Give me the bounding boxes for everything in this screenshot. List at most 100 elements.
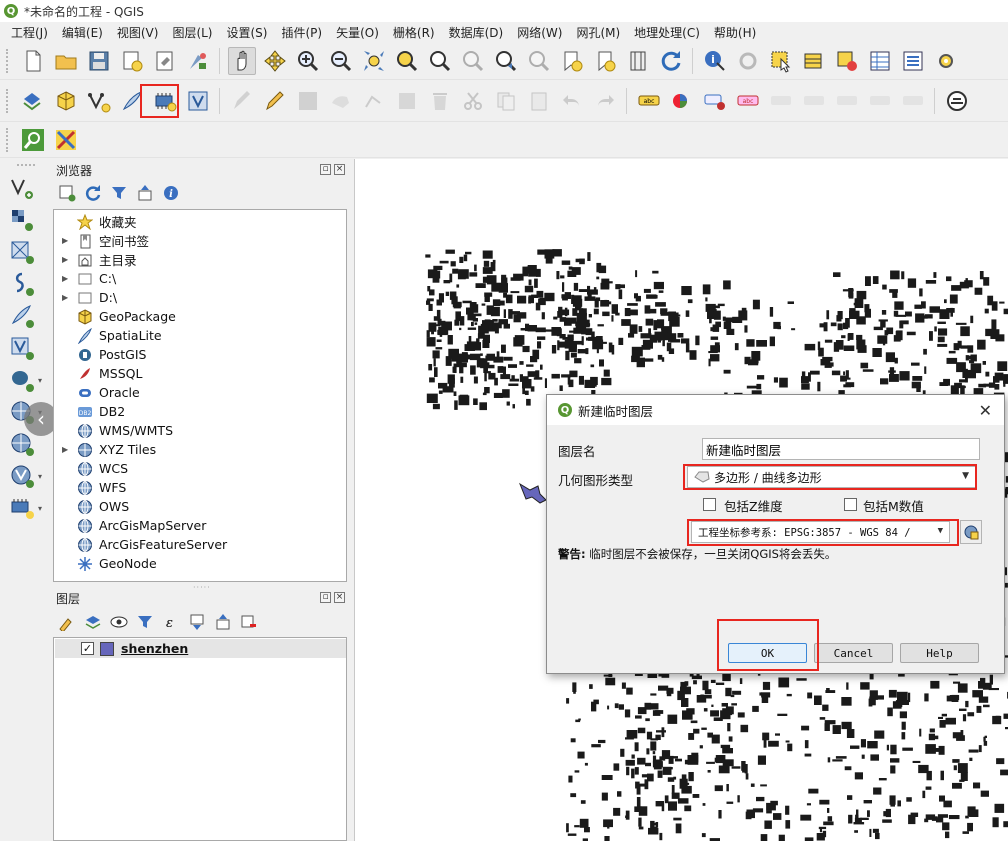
new-temporary-scratch-layer-icon[interactable] — [151, 87, 179, 115]
rotate-label-icon[interactable] — [866, 87, 894, 115]
redo-icon[interactable] — [591, 87, 619, 115]
float-panel-icon[interactable]: ▫ — [320, 164, 331, 175]
pan-map-icon[interactable] — [227, 46, 256, 75]
open-attribute-table-icon[interactable] — [866, 47, 894, 75]
menu-view[interactable]: 视图(V) — [110, 24, 166, 41]
save-project-icon[interactable] — [85, 47, 113, 75]
toolbar-grip[interactable] — [6, 88, 10, 113]
menu-raster[interactable]: 栅格(R) — [386, 24, 442, 41]
layer-visibility-checkbox[interactable]: ✓ — [81, 642, 94, 655]
refresh-icon[interactable] — [657, 47, 685, 75]
add-postgis-layer-icon[interactable] — [8, 366, 36, 394]
deselect-features-icon[interactable] — [833, 47, 861, 75]
label-toolbar-icon[interactable]: abc — [635, 87, 663, 115]
highlight-pinned-labels-icon[interactable] — [701, 87, 729, 115]
new-shapefile-layer-icon[interactable] — [85, 87, 113, 115]
browser-item[interactable]: GeoPackage — [54, 307, 346, 326]
manage-map-themes-icon[interactable] — [108, 611, 130, 633]
show-spatial-bookmarks-icon[interactable] — [591, 47, 619, 75]
dropdown-caret-icon[interactable]: ▾ — [38, 376, 42, 385]
menu-processing[interactable]: 地理处理(C) — [627, 24, 707, 41]
zoom-full-icon[interactable] — [360, 47, 388, 75]
browser-item[interactable]: OWS — [54, 497, 346, 516]
new-spatial-bookmark-icon[interactable] — [558, 47, 586, 75]
run-feature-action-icon[interactable] — [734, 47, 762, 75]
modify-attributes-icon[interactable] — [393, 87, 421, 115]
browser-item[interactable]: PostGIS — [54, 345, 346, 364]
pan-to-selection-icon[interactable] — [261, 47, 289, 75]
menu-edit[interactable]: 编辑(E) — [55, 24, 110, 41]
crs-selector-button[interactable] — [960, 520, 982, 544]
include-m-checkbox[interactable] — [844, 498, 857, 511]
locator-search-icon[interactable] — [19, 126, 47, 154]
add-spatialite-layer-icon[interactable] — [8, 302, 36, 330]
new-virtual-layer-icon[interactable] — [184, 87, 212, 115]
add-vector-layer-icon[interactable] — [8, 174, 36, 202]
add-wfs-layer-icon[interactable] — [8, 430, 36, 458]
add-feature-icon[interactable] — [327, 87, 355, 115]
undo-icon[interactable] — [558, 87, 586, 115]
collapse-all-layers-icon[interactable] — [212, 611, 234, 633]
plugin-manager-icon[interactable] — [943, 87, 971, 115]
ok-button[interactable]: OK — [728, 643, 807, 663]
browser-item[interactable]: ▶ 主目录 — [54, 250, 346, 269]
zoom-to-selection-icon[interactable] — [393, 47, 421, 75]
close-panel-icon[interactable]: × — [334, 592, 345, 603]
add-raster-layer-icon[interactable] — [8, 206, 36, 234]
toolbar-grip[interactable] — [6, 48, 10, 73]
style-manager-icon[interactable] — [184, 47, 212, 75]
add-selected-layers-icon[interactable] — [56, 182, 78, 204]
refresh-browser-icon[interactable] — [82, 182, 104, 204]
add-group-icon[interactable] — [82, 611, 104, 633]
geometry-type-select[interactable]: 多边形 / 曲线多边形 ▼ — [687, 466, 976, 488]
menu-help[interactable]: 帮助(H) — [707, 24, 763, 41]
include-z-checkbox[interactable] — [703, 498, 716, 511]
browser-item[interactable]: ▶ XYZ Tiles — [54, 440, 346, 459]
layout-manager-icon[interactable] — [151, 47, 179, 75]
layer-name[interactable]: shenzhen — [121, 641, 188, 656]
browser-item[interactable]: WCS — [54, 459, 346, 478]
layer-row-shenzhen[interactable]: ✓ shenzhen — [55, 639, 346, 658]
expand-arrow-icon[interactable]: ▶ — [62, 293, 68, 302]
browser-item[interactable]: 收藏夹 — [54, 212, 346, 231]
zoom-native-resolution-icon[interactable] — [459, 47, 487, 75]
filter-by-expression-icon[interactable]: ε — [160, 611, 182, 633]
expand-arrow-icon[interactable]: ▶ — [62, 274, 68, 283]
remove-layer-icon[interactable] — [238, 611, 260, 633]
zoom-in-icon[interactable] — [294, 47, 322, 75]
close-panel-icon[interactable]: × — [334, 164, 345, 175]
expand-all-icon[interactable] — [186, 611, 208, 633]
python-console-icon[interactable] — [52, 126, 80, 154]
new-temporary-layer-icon[interactable] — [8, 494, 36, 522]
diagram-options-icon[interactable] — [668, 87, 696, 115]
new-spatialite-layer-icon[interactable] — [118, 87, 146, 115]
browser-item[interactable]: SpatiaLite — [54, 326, 346, 345]
float-panel-icon[interactable]: ▫ — [320, 592, 331, 603]
menu-web[interactable]: 网络(W) — [510, 24, 569, 41]
browser-item[interactable]: ▶ D:\ — [54, 288, 346, 307]
change-label-icon[interactable] — [899, 87, 927, 115]
statistical-summary-icon[interactable] — [899, 47, 927, 75]
menu-database[interactable]: 数据库(D) — [442, 24, 511, 41]
toolbar-grip[interactable] — [17, 164, 35, 167]
paste-features-icon[interactable] — [525, 87, 553, 115]
cut-features-icon[interactable] — [459, 87, 487, 115]
menu-plugins[interactable]: 插件(P) — [274, 24, 329, 41]
attribute-select-icon[interactable] — [800, 47, 828, 75]
cancel-button[interactable]: Cancel — [814, 643, 893, 663]
help-button[interactable]: Help — [900, 643, 979, 663]
zoom-to-layer-icon[interactable] — [426, 47, 454, 75]
menu-mesh[interactable]: 网孔(M) — [569, 24, 627, 41]
layer-name-input[interactable] — [702, 438, 980, 460]
menu-layer[interactable]: 图层(L) — [165, 24, 219, 41]
add-virtual-layer-icon[interactable] — [8, 334, 36, 362]
menu-project[interactable]: 工程(J) — [4, 24, 55, 41]
open-layer-styling-icon[interactable] — [56, 611, 78, 633]
zoom-out-icon[interactable] — [327, 47, 355, 75]
browser-item[interactable]: WMS/WMTS — [54, 421, 346, 440]
toolbar-grip[interactable] — [6, 127, 10, 152]
add-delimited-text-layer-icon[interactable] — [8, 270, 36, 298]
browser-item[interactable]: GeoNode — [54, 554, 346, 573]
browser-item[interactable]: Oracle — [54, 383, 346, 402]
browser-item[interactable]: ArcGisMapServer — [54, 516, 346, 535]
